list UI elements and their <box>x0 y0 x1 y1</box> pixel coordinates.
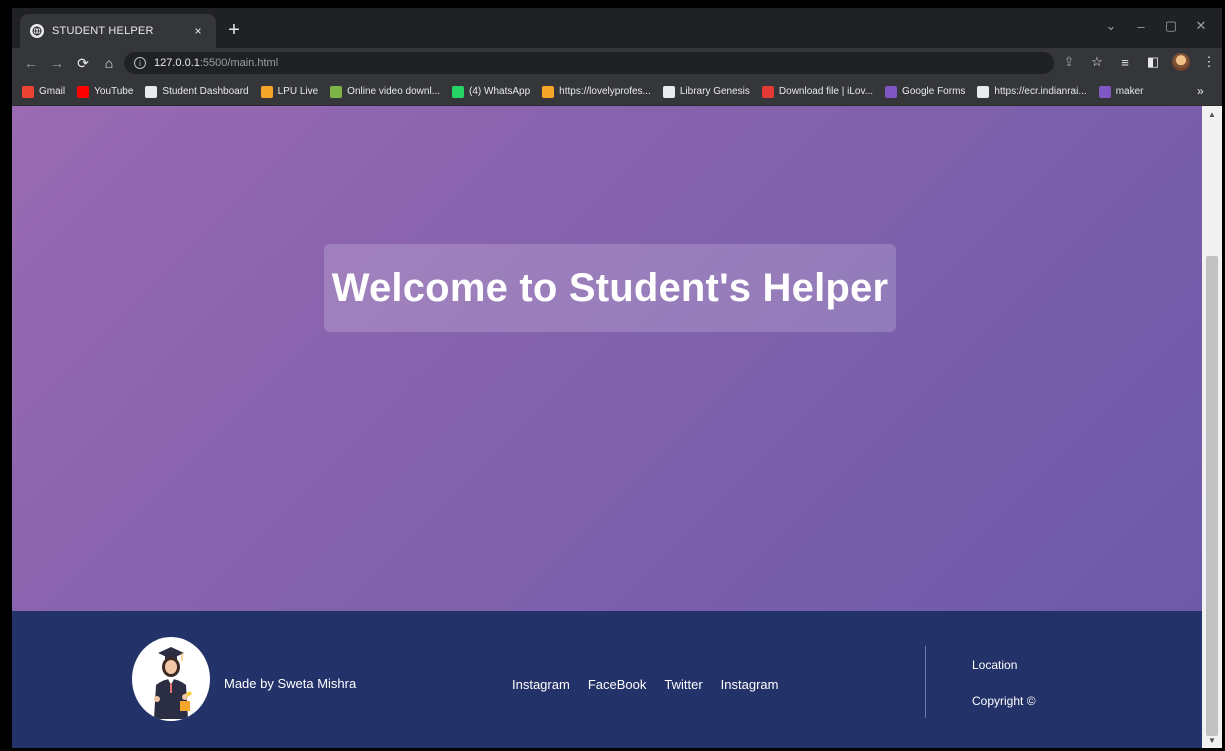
bookmark-item[interactable]: Library Genesis <box>662 85 750 98</box>
bookmark-item[interactable]: https://ecr.indianrai... <box>977 85 1087 98</box>
reload-icon[interactable]: ⟳ <box>72 52 94 74</box>
bookmark-label: https://ecr.indianrai... <box>994 86 1087 97</box>
graduate-avatar-image <box>132 637 210 721</box>
bookmark-item[interactable]: LPU Live <box>260 85 319 98</box>
bookmark-item[interactable]: Google Forms <box>885 85 966 98</box>
address-bar[interactable]: i 127.0.0.1:5500/main.html <box>124 52 1054 74</box>
page-scrollbar[interactable]: ▲ ▼ <box>1202 106 1222 748</box>
bookmark-label: Online video downl... <box>347 86 441 97</box>
bookmark-favicon-icon <box>330 85 343 98</box>
location-link[interactable]: Location <box>972 658 1017 672</box>
social-links: Instagram FaceBook Twitter Instagram <box>512 677 778 692</box>
restore-button[interactable]: ▢ <box>1159 14 1183 38</box>
minimize-button[interactable]: – <box>1129 14 1153 38</box>
close-window-button[interactable]: ✕ <box>1189 14 1213 38</box>
toolbar-actions: ⇪ ☆ ≡ ◧ ⋮ <box>1060 52 1218 72</box>
bookmark-favicon-icon <box>542 85 555 98</box>
twitter-link[interactable]: Twitter <box>664 677 702 692</box>
bookmark-label: Download file | iLov... <box>778 86 874 97</box>
hero-section: Welcome to Student's Helper <box>12 106 1202 611</box>
profile-avatar[interactable] <box>1172 53 1190 71</box>
tab-strip: STUDENT HELPER × + ⌄ – ▢ ✕ <box>12 8 1222 48</box>
share-icon[interactable]: ⇪ <box>1060 52 1078 72</box>
bookmark-favicon-icon <box>22 85 34 98</box>
bookmark-item[interactable]: Gmail <box>22 85 66 98</box>
bookmarks-bar: Gmail YouTube Student Dashboard LPU Live Onl… <box>12 78 1222 106</box>
browser-window: STUDENT HELPER × + ⌄ – ▢ ✕ ← → ⟳ ⌂ i 127… <box>12 8 1222 748</box>
bookmark-favicon-icon <box>761 85 774 98</box>
bookmark-item[interactable]: YouTube <box>77 85 134 98</box>
more-menu-icon[interactable]: ⋮ <box>1200 52 1218 72</box>
bookmark-favicon-icon <box>885 85 898 98</box>
site-info-icon[interactable]: i <box>134 57 146 69</box>
bookmark-item[interactable]: (4) WhatsApp <box>452 85 531 98</box>
bookmark-star-icon[interactable]: ☆ <box>1088 52 1106 72</box>
bookmark-item[interactable]: Student Dashboard <box>145 85 249 98</box>
tab-close-icon[interactable]: × <box>190 23 206 39</box>
footer: Made by Sweta Mishra Instagram FaceBook … <box>12 611 1202 748</box>
bookmark-label: LPU Live <box>277 86 319 97</box>
welcome-banner: Welcome to Student's Helper <box>324 244 896 332</box>
bookmark-favicon-icon <box>77 85 90 98</box>
url-path: :5500/main.html <box>199 57 279 69</box>
forward-arrow-icon[interactable]: → <box>46 52 68 74</box>
tab-search-chevron-icon[interactable]: ⌄ <box>1099 14 1123 38</box>
tab-title: STUDENT HELPER <box>52 25 154 37</box>
bookmarks-overflow-icon[interactable]: » <box>1197 84 1210 98</box>
bookmark-favicon-icon <box>662 85 675 98</box>
bookmark-label: Google Forms <box>902 86 966 97</box>
globe-icon <box>30 24 44 38</box>
bookmark-item[interactable]: Download file | iLov... <box>761 85 874 98</box>
bookmark-item[interactable]: https://lovelyprofes... <box>542 85 651 98</box>
tab-student-helper[interactable]: STUDENT HELPER × <box>20 14 216 48</box>
page-viewport: Welcome to Student's Helper Made by Swet… <box>12 106 1202 748</box>
bookmark-item[interactable]: Online video downl... <box>330 85 441 98</box>
footer-divider <box>925 646 926 718</box>
bookmark-favicon-icon <box>977 85 990 98</box>
reading-list-icon[interactable]: ≡ <box>1116 52 1134 72</box>
bookmark-label: maker <box>1115 86 1144 97</box>
back-arrow-icon[interactable]: ← <box>20 52 42 74</box>
page-title: Welcome to Student's Helper <box>331 265 889 310</box>
bookmark-label: Gmail <box>39 86 66 97</box>
bookmark-favicon-icon <box>1098 85 1111 98</box>
url-host: 127.0.0.1 <box>154 57 200 69</box>
bookmark-label: YouTube <box>94 86 134 97</box>
new-tab-button[interactable]: + <box>222 18 246 42</box>
made-by-text: Made by Sweta Mishra <box>224 676 357 691</box>
scrollbar-thumb[interactable] <box>1206 256 1218 736</box>
bookmark-label: https://lovelyprofes... <box>559 86 651 97</box>
bookmark-label: Student Dashboard <box>162 86 249 97</box>
scroll-up-arrow-icon[interactable]: ▲ <box>1202 106 1222 122</box>
bookmark-favicon-icon <box>452 85 465 98</box>
scroll-down-arrow-icon[interactable]: ▼ <box>1202 732 1222 748</box>
side-panel-icon[interactable]: ◧ <box>1144 52 1162 72</box>
bookmark-label: (4) WhatsApp <box>469 86 531 97</box>
bookmark-favicon-icon <box>260 85 273 98</box>
facebook-link[interactable]: FaceBook <box>588 677 647 692</box>
bookmark-favicon-icon <box>145 85 158 98</box>
bookmark-item[interactable]: maker <box>1098 85 1144 98</box>
bookmark-label: Library Genesis <box>679 86 750 97</box>
home-icon[interactable]: ⌂ <box>98 52 120 74</box>
browser-toolbar: ← → ⟳ ⌂ i 127.0.0.1:5500/main.html ⇪ ☆ ≡… <box>12 48 1222 78</box>
instagram-link-2[interactable]: Instagram <box>721 677 779 692</box>
copyright-text: Copyright © <box>972 694 1036 708</box>
instagram-link[interactable]: Instagram <box>512 677 570 692</box>
